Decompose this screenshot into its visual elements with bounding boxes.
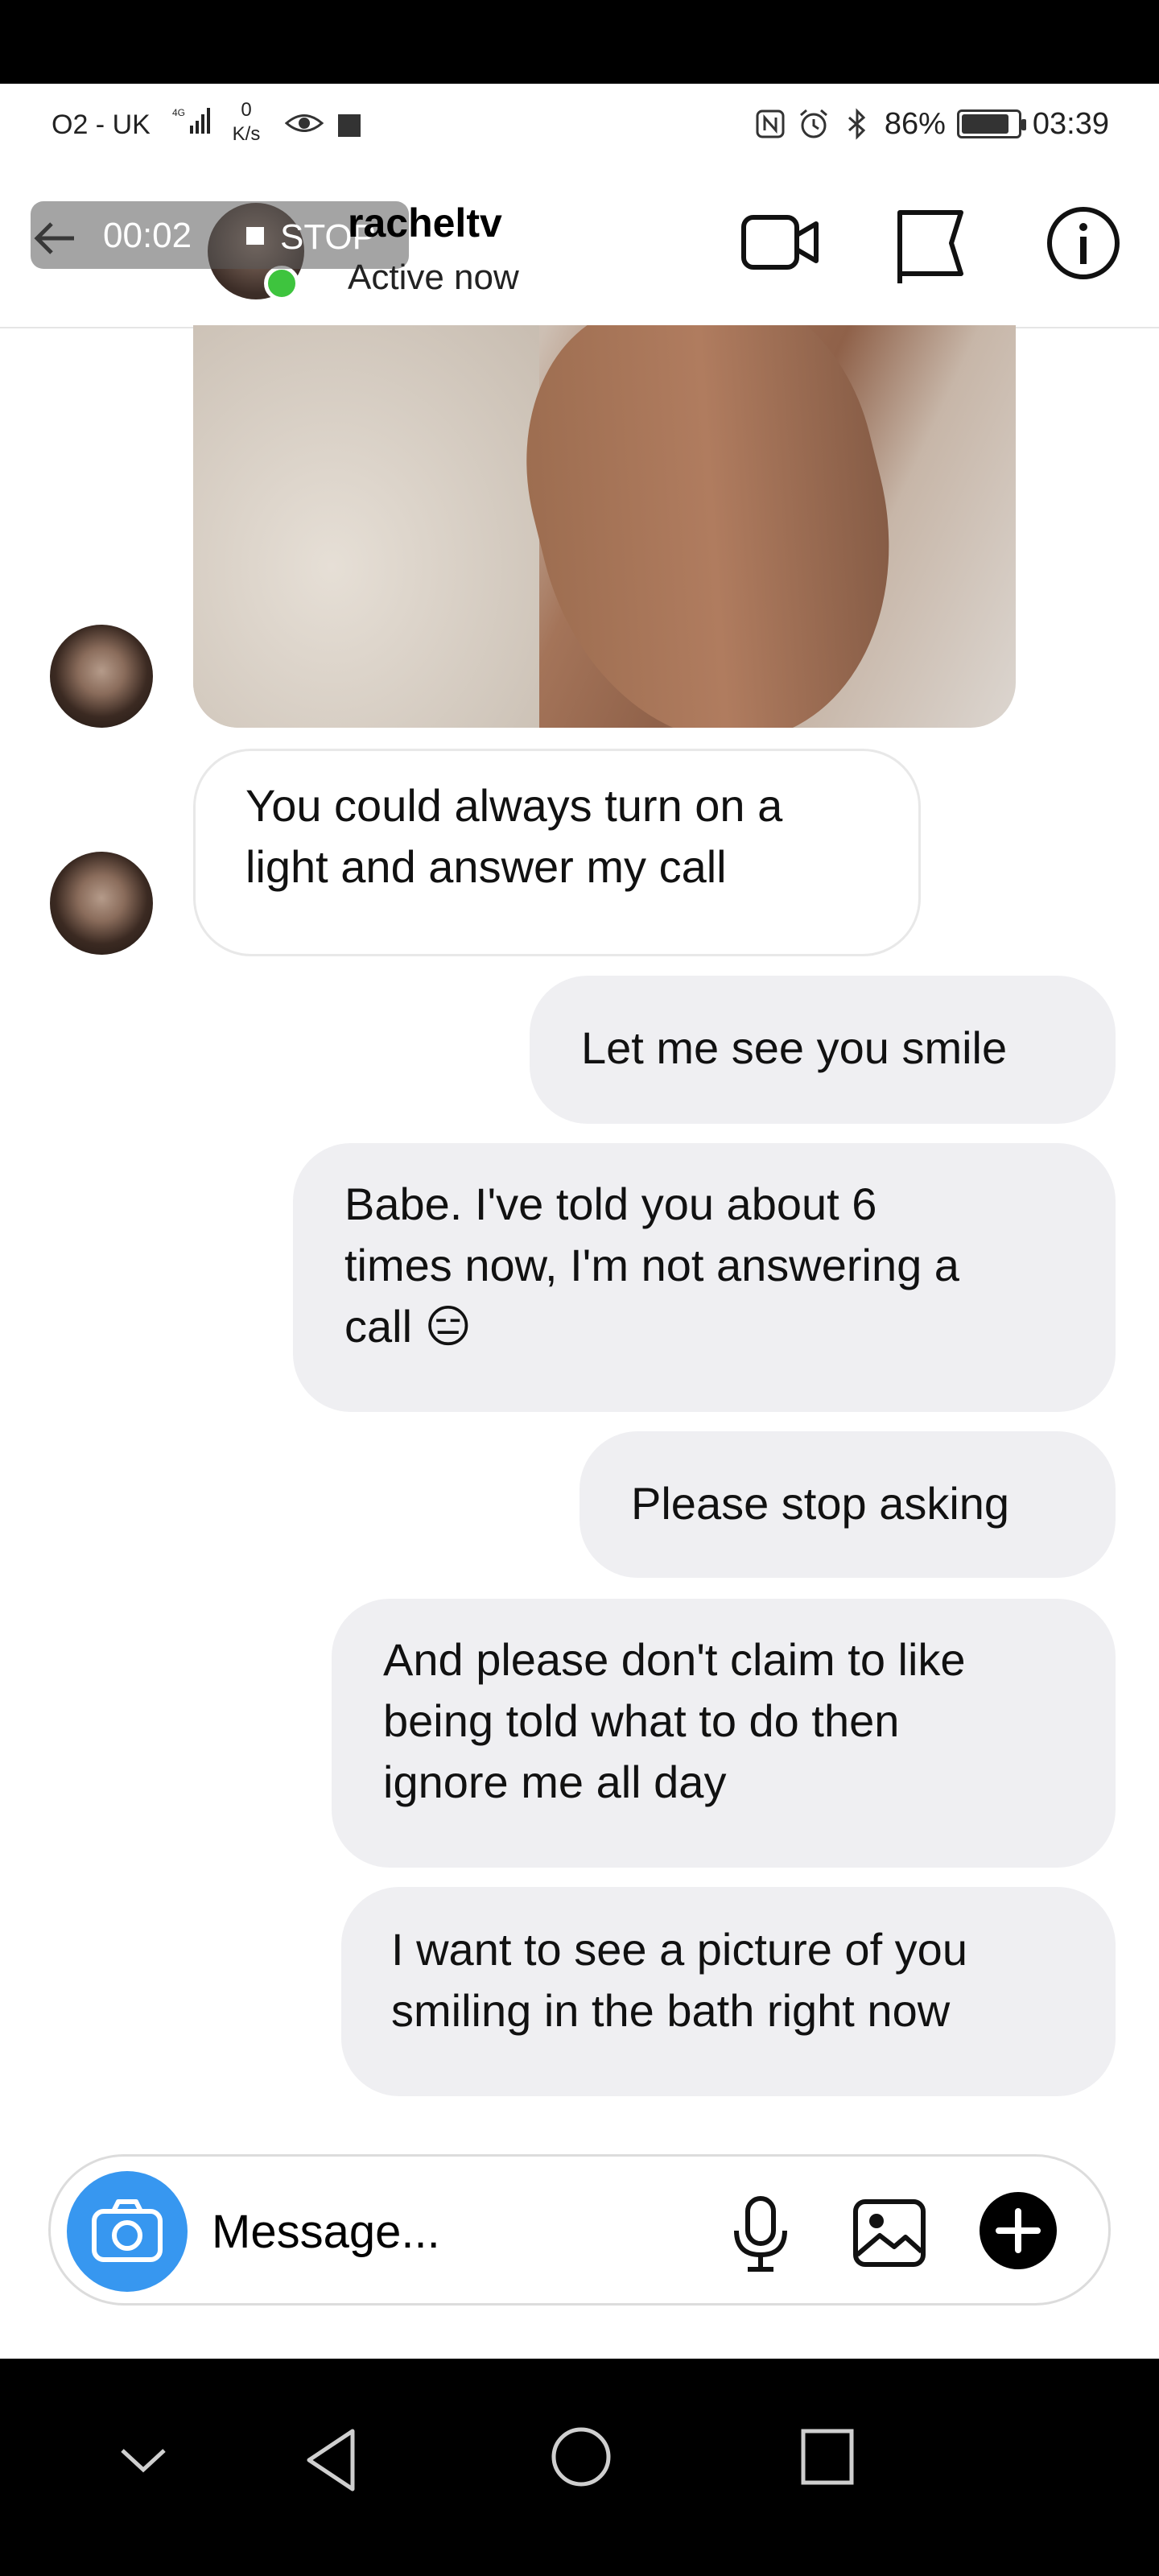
- chevron-down-icon[interactable]: [118, 2444, 169, 2476]
- video-camera-icon: [741, 215, 819, 270]
- sender-avatar[interactable]: [50, 625, 153, 728]
- message-bubble-outgoing[interactable]: And please don't claim to like being tol…: [332, 1599, 1116, 1868]
- camera-icon: [92, 2199, 163, 2262]
- message-bubble-outgoing[interactable]: Babe. I've told you about 6 times now, I…: [293, 1143, 1116, 1412]
- message-line: I want to see a picture of you: [391, 1924, 967, 1975]
- chat-screen: O2 - UK 4G 0 K/s 86% 03:39 00:02 STOP ra…: [0, 84, 1159, 2359]
- microphone-icon: [734, 2196, 787, 2272]
- active-status: Active now: [348, 258, 519, 297]
- message-bubble-outgoing[interactable]: Please stop asking: [580, 1431, 1116, 1578]
- message-input[interactable]: Message...: [212, 2205, 440, 2259]
- notification-square-icon: [338, 114, 361, 137]
- recents-square-icon[interactable]: [798, 2426, 856, 2487]
- data-speed: 0 K/s: [227, 98, 266, 147]
- plus-icon: [996, 2208, 1041, 2253]
- more-options-button[interactable]: [980, 2192, 1057, 2269]
- network-type-label: 4G: [172, 107, 185, 118]
- message-composer: Message...: [48, 2154, 1111, 2306]
- message-line: Let me see you smile: [581, 1022, 1008, 1073]
- recording-timer: 00:02: [103, 216, 192, 255]
- image-icon: [853, 2199, 926, 2267]
- status-right-group: 86% 03:39: [754, 106, 1159, 142]
- flag-icon: [897, 210, 963, 283]
- speed-value: 0: [241, 99, 252, 121]
- info-button[interactable]: [1045, 204, 1122, 282]
- shared-photo[interactable]: [193, 325, 1016, 728]
- message-line: times now, I'm not answering a: [344, 1240, 959, 1290]
- message-line: Babe. I've told you about 6: [344, 1179, 877, 1229]
- video-call-button[interactable]: [740, 206, 821, 279]
- message-line: light and answer my call: [245, 841, 727, 892]
- voice-message-button[interactable]: [730, 2195, 791, 2277]
- home-circle-icon[interactable]: [549, 2425, 613, 2489]
- bluetooth-icon: [848, 108, 866, 140]
- message-line: ignore me all day: [383, 1757, 727, 1807]
- message-line: being told what to do then: [383, 1695, 900, 1746]
- chat-username[interactable]: racheltv: [348, 200, 502, 246]
- status-bar: O2 - UK 4G 0 K/s 86% 03:39: [0, 84, 1159, 172]
- stop-square-icon: [246, 227, 264, 245]
- top-black-bar: [0, 0, 1159, 84]
- message-bubble-outgoing[interactable]: I want to see a picture of you smiling i…: [341, 1887, 1116, 2096]
- eye-icon: [285, 114, 324, 132]
- message-line: smiling in the bath right now: [391, 1985, 951, 2036]
- speed-unit: K/s: [232, 123, 261, 145]
- message-bubble-outgoing[interactable]: Let me see you smile: [530, 976, 1116, 1124]
- camera-button[interactable]: [67, 2171, 188, 2292]
- message-line: Please stop asking: [631, 1478, 1010, 1529]
- alarm-icon: [799, 109, 827, 138]
- system-navigation-bar: [0, 2359, 1159, 2576]
- carrier-label: O2 - UK: [52, 109, 151, 140]
- sender-avatar[interactable]: [50, 852, 153, 955]
- report-flag-button[interactable]: [895, 206, 967, 287]
- message-line: And please don't claim to like: [383, 1634, 966, 1685]
- message-line: You could always turn on a: [245, 780, 783, 831]
- back-triangle-icon[interactable]: [303, 2426, 359, 2494]
- battery-percent: 86%: [884, 106, 946, 141]
- gallery-button[interactable]: [852, 2198, 926, 2272]
- message-line: call 😑: [344, 1301, 472, 1352]
- nfc-icon: [756, 109, 785, 138]
- info-icon: [1047, 207, 1120, 279]
- signal-icon: 4G: [172, 107, 210, 134]
- battery-icon: [956, 109, 1026, 138]
- message-bubble-incoming[interactable]: You could always turn on a light and ans…: [193, 749, 921, 956]
- clock: 03:39: [1032, 106, 1109, 141]
- online-indicator: [264, 266, 299, 301]
